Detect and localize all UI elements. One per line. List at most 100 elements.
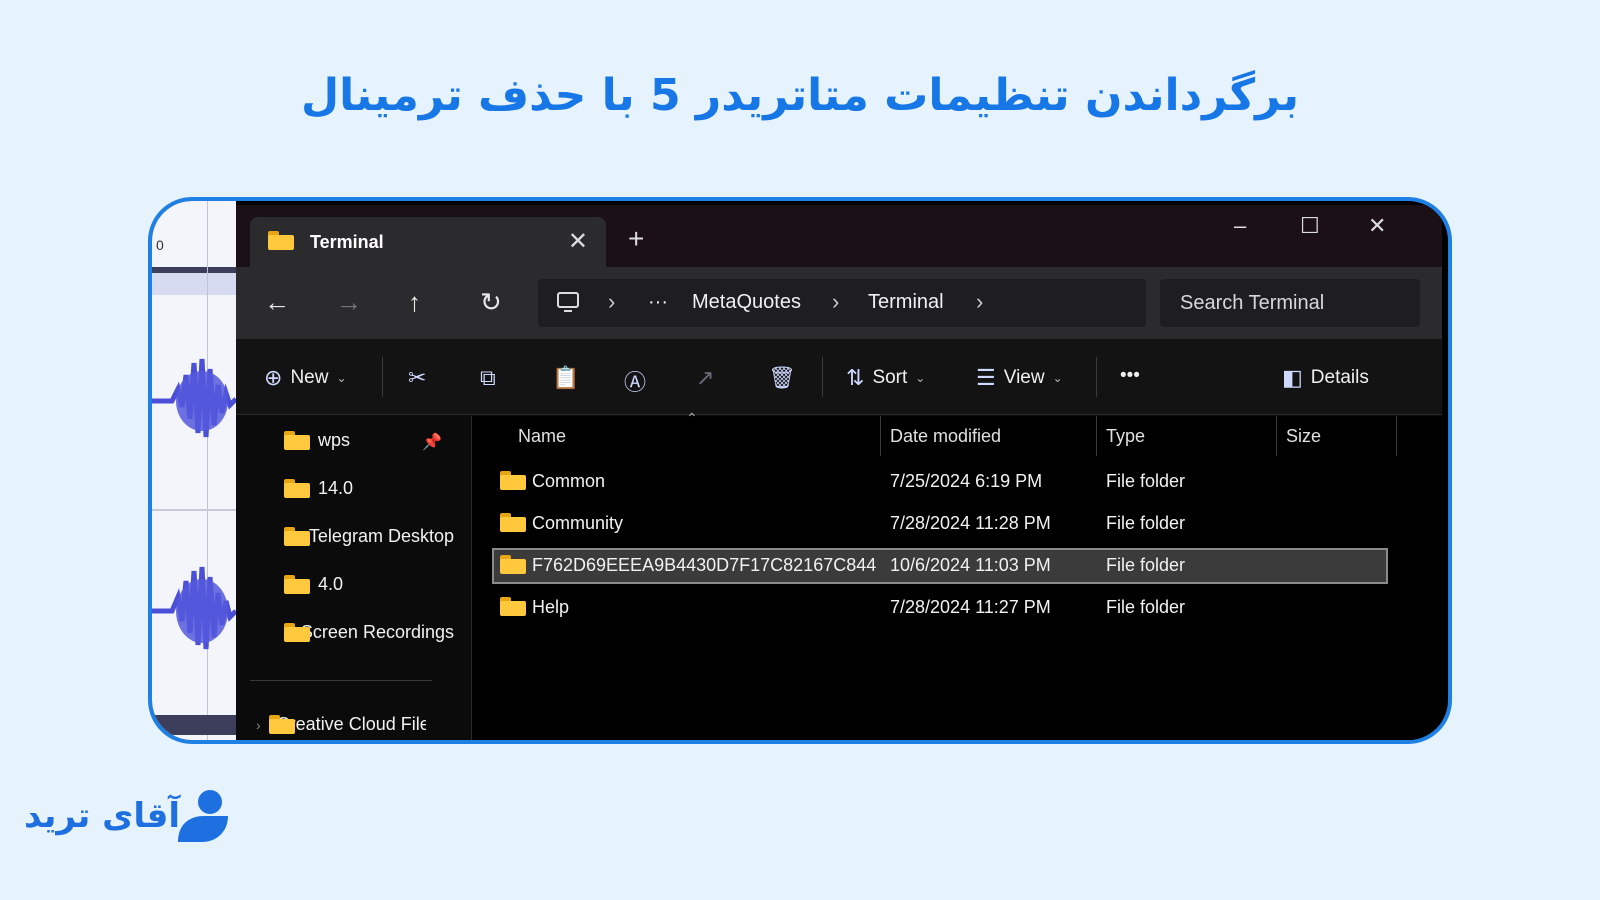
this-pc-icon: [557, 292, 579, 312]
refresh-button[interactable]: ↻: [480, 287, 502, 318]
share-icon: ↗: [696, 365, 715, 390]
folder-icon: [500, 555, 526, 579]
pin-icon[interactable]: 📌: [422, 432, 442, 452]
waveform-top: [152, 358, 236, 438]
close-window-button[interactable]: ✕: [1368, 213, 1386, 239]
copy-icon: ⧉: [480, 365, 496, 390]
minimize-button[interactable]: –: [1234, 213, 1246, 239]
divider: [250, 680, 432, 681]
chevron-right-icon: ›: [608, 289, 616, 314]
file-type: File folder: [1106, 555, 1186, 575]
file-explorer-window: Terminal ✕ + – ☐ ✕ ← → ↑ ↻ › ··· MetaQuo…: [236, 205, 1442, 740]
clipboard-icon: 📋: [552, 365, 580, 390]
table-row[interactable]: Help 7/28/2024 11:27 PM File folder: [492, 590, 1388, 626]
divider: [1096, 357, 1097, 397]
sidebar-item-label: 14.0: [318, 478, 354, 498]
file-date: 7/28/2024 11:27 PM: [890, 597, 1051, 617]
column-divider[interactable]: [1096, 416, 1097, 456]
navigation-bar: ← → ↑ ↻ › ··· MetaQuotes › Terminal ›: [236, 267, 1442, 339]
cut-button[interactable]: ✂: [408, 365, 426, 391]
sort-button[interactable]: ⇅ Sort ⌄: [846, 365, 925, 391]
file-list: ⌃ Name Date modified Type Size Common 7/…: [472, 410, 1442, 740]
column-divider[interactable]: [1276, 416, 1277, 456]
title-bar: Terminal ✕ + – ☐ ✕: [236, 205, 1442, 267]
search-box[interactable]: [1160, 279, 1420, 327]
brand-logo: آقای ترید: [24, 790, 234, 850]
details-button[interactable]: ◧ Details: [1282, 365, 1369, 391]
file-type: File folder: [1106, 513, 1186, 533]
plus-circle-icon: ⊕: [264, 365, 283, 390]
table-row[interactable]: Community 7/28/2024 11:28 PM File folder: [492, 506, 1388, 542]
screenshot-frame: 0 Terminal ✕ + – ☐ ✕ ← → ↑ ↻ › ··· MetaQ…: [148, 197, 1452, 744]
column-header-date[interactable]: Date modified: [890, 426, 1001, 447]
sort-caret-icon: ⌃: [686, 410, 698, 426]
audio-footer-bar: [152, 715, 236, 735]
file-date: 10/6/2024 11:03 PM: [890, 555, 1051, 575]
folder-icon: [500, 513, 526, 537]
chevron-down-icon: ⌄: [1052, 371, 1063, 385]
sidebar-item-telegram[interactable]: Telegram Desktop: [284, 526, 454, 547]
page-headline: برگرداندن تنظیمات متاتریدر 5 با حذف ترمی…: [300, 70, 1299, 121]
breadcrumb-metaquotes[interactable]: MetaQuotes: [692, 291, 801, 314]
file-name: Community: [532, 513, 624, 533]
file-name: F762D69EEEA9B4430D7F17C82167C844: [532, 555, 877, 575]
folder-icon: [284, 479, 310, 498]
folder-icon: [284, 527, 310, 546]
sidebar-item-label: 4.0: [318, 574, 344, 594]
chevron-down-icon: ⌄: [915, 371, 926, 385]
column-divider[interactable]: [880, 416, 881, 456]
column-header-name[interactable]: Name: [518, 426, 566, 447]
close-tab-icon[interactable]: ✕: [568, 227, 588, 256]
brand-logo-text: آقای ترید: [24, 796, 181, 836]
audio-editor-background: 0: [152, 201, 236, 740]
file-name: Common: [532, 471, 606, 491]
new-button[interactable]: ⊕ New ⌄: [264, 365, 347, 391]
timeline-tick-label: 0: [156, 237, 164, 253]
details-pane-icon: ◧: [1282, 365, 1303, 390]
sidebar-item-4[interactable]: 4.0: [284, 574, 454, 595]
address-bar[interactable]: › ··· MetaQuotes › Terminal ›: [538, 279, 1146, 327]
sidebar-item-screen-recordings[interactable]: Screen Recordings: [284, 622, 454, 643]
up-button[interactable]: ↑: [408, 287, 421, 318]
chevron-right-icon: ›: [256, 716, 261, 733]
new-label: New: [290, 367, 329, 388]
back-button[interactable]: ←: [264, 287, 290, 318]
view-label: View: [1003, 367, 1045, 388]
table-row-selected[interactable]: F762D69EEEA9B4430D7F17C82167C844 10/6/20…: [492, 548, 1388, 584]
folder-icon: [284, 431, 310, 450]
new-tab-button[interactable]: +: [628, 223, 644, 255]
waveform-bottom: [152, 566, 236, 650]
delete-button[interactable]: 🗑: [768, 365, 796, 391]
divider: [822, 357, 823, 397]
navigation-pane: wps 📌 14.0 Telegram Desktop 4.0 Screen R…: [236, 416, 472, 740]
copy-button[interactable]: ⧉: [480, 365, 496, 391]
tab-terminal[interactable]: Terminal ✕: [250, 217, 606, 267]
paste-button[interactable]: 📋: [552, 365, 579, 391]
view-button[interactable]: ☰ View ⌄: [976, 365, 1063, 391]
sidebar-item-label: Telegram Desktop: [308, 526, 454, 546]
column-divider[interactable]: [1396, 416, 1397, 456]
more-options-button[interactable]: •••: [1120, 365, 1140, 387]
sidebar-item-14[interactable]: 14.0: [284, 478, 454, 499]
chevron-down-icon: ⌄: [336, 371, 347, 385]
tab-label: Terminal: [310, 232, 384, 252]
breadcrumb-terminal[interactable]: Terminal: [868, 291, 944, 314]
sort-label: Sort: [872, 367, 908, 388]
details-label: Details: [1310, 367, 1369, 388]
forward-button[interactable]: →: [336, 287, 362, 318]
rename-icon: Ⓐ: [624, 370, 647, 395]
search-input[interactable]: [1160, 279, 1420, 327]
column-header-type[interactable]: Type: [1106, 426, 1145, 447]
share-button[interactable]: ↗: [696, 365, 714, 391]
sidebar-item-label: Creative Cloud Files: [276, 714, 426, 734]
sidebar-item-creative-cloud[interactable]: › Creative Cloud Files: [256, 714, 426, 735]
user-figure-icon: [178, 790, 228, 842]
view-list-icon: ☰: [976, 365, 996, 390]
table-row[interactable]: Common 7/25/2024 6:19 PM File folder: [492, 464, 1388, 500]
maximize-button[interactable]: ☐: [1300, 213, 1320, 239]
breadcrumb-more[interactable]: ···: [648, 291, 668, 314]
rename-button[interactable]: Ⓐ: [624, 365, 646, 397]
column-header-size[interactable]: Size: [1286, 426, 1321, 447]
file-name: Help: [532, 597, 570, 617]
folder-icon: [500, 471, 526, 495]
